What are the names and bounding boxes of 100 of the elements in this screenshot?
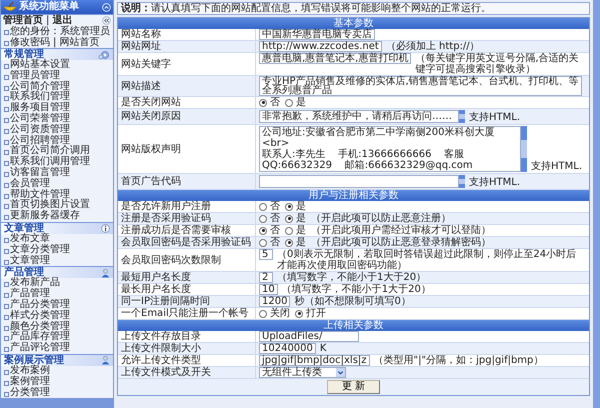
caret-icon[interactable] — [336, 368, 345, 377]
hint-text: （填写数字，不能小于1大于20） — [277, 272, 428, 283]
update-button[interactable]: 更 新 — [326, 380, 380, 394]
menu-item[interactable]: 更新服务器缓存 — [1, 211, 113, 222]
field-label: 网站网址 — [121, 41, 161, 52]
input-field[interactable]: http://www.zzcodes.net — [259, 41, 382, 52]
radio-button[interactable] — [259, 238, 267, 246]
radio-button[interactable] — [285, 202, 293, 210]
radio-button[interactable] — [285, 214, 293, 222]
field-label: 注册是否采用验证码 — [121, 213, 211, 224]
menu-item[interactable]: 发布文章 — [1, 234, 113, 245]
field-label: 网站名称 — [121, 29, 161, 40]
menu-item[interactable]: 管理员管理 — [1, 70, 113, 82]
menu-item[interactable]: 公司招聘管理 — [1, 136, 113, 146]
separator: | — [46, 15, 50, 26]
menu-item[interactable]: 联系我们管理 — [1, 92, 113, 104]
radio-button[interactable] — [259, 98, 267, 106]
menu-item[interactable]: 访客留言管理 — [1, 168, 113, 179]
hint-text: （类型用"|"分隔，如：jpg|gif|bmp） — [374, 355, 544, 366]
scrollbar[interactable] — [521, 126, 527, 172]
menu-item[interactable]: 产品管理 — [1, 289, 113, 300]
input-field[interactable]: 惠普电脑,惠普笔记本,惠普打印机 — [259, 53, 412, 64]
field-label: 网站关键字 — [121, 58, 171, 70]
gears-icon — [98, 50, 110, 60]
menu-item[interactable]: 案例管理 — [1, 376, 113, 388]
input-field[interactable]: 2 — [259, 272, 273, 283]
input-field[interactable]: 10 — [259, 284, 278, 295]
hint-text: （0则表示无限制，若取回时答错误超过此限制，则停止至24小时后才能再次使用取回密码功能） — [277, 249, 578, 271]
menu-item[interactable]: 公司资质管理 — [1, 124, 113, 136]
radio-button[interactable] — [285, 98, 293, 106]
menu-item[interactable]: 文章分类管理 — [1, 244, 113, 256]
sidebar-link[interactable]: 网站首页 — [59, 37, 100, 48]
input-field[interactable]: 5 — [259, 249, 273, 260]
note-text: 请认真填写下面的网站配置信息，填写错误将可能影响整个网站的正常运行。 — [151, 3, 491, 14]
menu-item[interactable]: 服务项目管理 — [1, 103, 113, 114]
scrollbar[interactable] — [459, 110, 465, 123]
hint-text: （开启此项可以防止恶意登录猜解密码） — [311, 237, 491, 248]
collapse-up-icon[interactable] — [102, 2, 111, 12]
textarea-field[interactable]: 公司地址:安徽省合肥市第二中学南侧200米科创大厦<br> 联系人:李先生 手机:13666666666 客服QQ:66632329 邮箱:666632329@qq.com — [259, 126, 521, 172]
field-label: 是否关闭网站 — [121, 97, 181, 108]
field-label: 首页广告代码 — [121, 176, 181, 187]
hint-text: 支持HTML. — [469, 112, 520, 123]
field-label: 上传文件限制大小 — [121, 343, 201, 354]
radio-label: 否 — [270, 237, 280, 248]
menu-item[interactable]: 会员管理 — [1, 178, 113, 190]
radio-button[interactable] — [295, 310, 303, 318]
field-label: 是否允许新用户注册 — [121, 201, 211, 212]
input-field[interactable]: 专业HP产品销售及维修的实体店,销售惠普笔记本、台式机、打印机、等全系列惠普产品 — [259, 76, 582, 96]
radio-label: 打开 — [306, 308, 326, 319]
menu-item[interactable]: 网站基本设置 — [1, 60, 113, 71]
radio-label: 否 — [270, 201, 280, 212]
hint-text: 秒（如不想限制可填写0） — [294, 296, 412, 307]
hint-text: 支持HTML. — [469, 177, 520, 188]
sidebar-link[interactable]: 管理首页 — [3, 15, 43, 26]
radio-label: 是 — [296, 201, 306, 212]
field-label: 最短用户名长度 — [121, 272, 191, 283]
menu-item[interactable]: 公司荣誉管理 — [1, 114, 113, 125]
field-label: 网站关闭原因 — [121, 111, 181, 122]
input-field[interactable]: 中国新华惠普电脑专卖店 — [259, 29, 375, 40]
dropdown[interactable]: 无组件上传类 — [259, 367, 346, 378]
field-label: 会员取回密码次数限制 — [121, 254, 221, 266]
input-field[interactable]: 1200 — [259, 296, 290, 307]
radio-label: 是 — [296, 97, 306, 108]
separator: | — [53, 37, 56, 48]
radio-button[interactable] — [285, 226, 293, 234]
menu-item[interactable]: 产品评论管理 — [1, 343, 113, 354]
hint-text: （每关键字用英文逗号分隔,合适的关键字可提高搜索引擎收录） — [415, 53, 580, 75]
scrollbar[interactable] — [593, 0, 600, 408]
hint-text: 支持HTML. — [531, 161, 582, 172]
input-field[interactable]: jpg|gif|bmp|doc|xls|z — [259, 355, 370, 366]
radio-label: 是 — [296, 237, 306, 248]
menu-item[interactable]: 文章管理 — [1, 256, 113, 266]
menu-item[interactable]: 发布案例 — [1, 366, 113, 377]
radio-button[interactable] — [259, 202, 267, 210]
radio-button[interactable] — [259, 226, 267, 234]
textarea-field[interactable] — [259, 175, 459, 188]
hint-text: （开启此项可以防止恶意注册） — [311, 213, 451, 224]
info-icon — [101, 224, 110, 233]
section-header: 上传相关参数 — [118, 320, 589, 331]
radio-button[interactable] — [285, 238, 293, 246]
section-header: 基本参数 — [118, 18, 589, 29]
textarea-field[interactable]: 非常抱歉，系统维护中，请稍后再访问…… — [259, 110, 459, 123]
scrollbar[interactable] — [459, 175, 465, 188]
field-label: 注册成功后是否需要审核 — [121, 225, 231, 236]
input-field[interactable]: 10240000 — [259, 343, 316, 354]
menu-item[interactable]: 样式分类管理 — [1, 310, 113, 322]
person-icon — [101, 268, 110, 278]
collapse-left-icon[interactable] — [102, 16, 111, 25]
radio-label: 否 — [270, 213, 280, 224]
note-title: 说明： — [121, 3, 151, 14]
menu-item[interactable]: 分类管理 — [1, 388, 113, 398]
sidebar-link[interactable]: 修改密码 — [3, 37, 50, 48]
sidebar-link[interactable]: 退出 — [52, 15, 72, 26]
radio-button[interactable] — [259, 310, 267, 318]
hint-text: （填写数字，不能小于1大于20） — [282, 284, 432, 295]
input-field[interactable]: UploadFiles/ — [259, 331, 359, 342]
menu-item[interactable]: 联系我们调用管理 — [1, 157, 113, 168]
hint-text: （开启此项用户需经过审核才可以登陆） — [311, 225, 491, 236]
radio-button[interactable] — [259, 214, 267, 222]
menu-item[interactable]: 产品分类管理 — [1, 300, 113, 311]
